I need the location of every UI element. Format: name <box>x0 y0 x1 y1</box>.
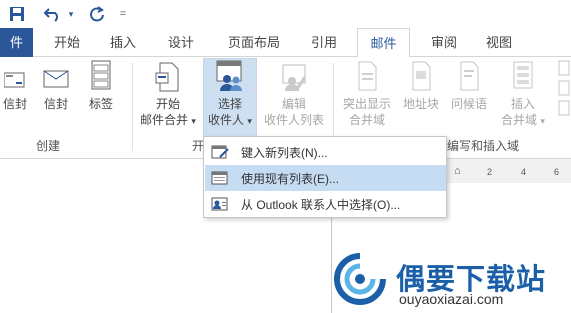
rules-button-partial[interactable] <box>554 59 571 122</box>
chevron-down-icon: ▾ <box>540 116 545 126</box>
tab-references[interactable]: 引用 <box>305 28 343 57</box>
insert-merge-field-button[interactable]: 插入 合并域 ▾ <box>494 59 552 129</box>
save-icon[interactable] <box>6 3 28 25</box>
tab-home[interactable]: 开始 <box>48 28 86 57</box>
indent-marker-icon[interactable]: ⌂ <box>454 165 461 177</box>
horizontal-ruler[interactable]: ⌂ 2 4 6 <box>440 159 571 183</box>
greeting-line-button[interactable]: 问候语 <box>446 59 492 112</box>
menu-item-type-new-list[interactable]: 键入新列表(N)... <box>205 139 446 165</box>
mail-merge-doc-icon <box>136 59 200 96</box>
watermark-url: ouyaoxiazai.com <box>399 291 504 307</box>
tab-design[interactable]: 设计 <box>162 28 200 57</box>
group-separator <box>132 63 133 151</box>
menu-item-outlook-contacts[interactable]: 从 Outlook 联系人中选择(O)... <box>205 191 446 217</box>
envelopes-button[interactable]: 信封 <box>0 59 30 112</box>
rules-icon <box>554 59 571 122</box>
highlight-fields-icon <box>338 59 396 96</box>
address-block-icon <box>398 59 444 96</box>
envelope-front-icon <box>38 59 74 96</box>
greeting-line-icon <box>446 59 492 96</box>
tab-mailings[interactable]: 邮件 <box>357 28 410 58</box>
start-mail-merge-button[interactable]: 开始 邮件合并 ▾ <box>136 59 200 129</box>
recipients-icon <box>204 59 256 96</box>
new-list-icon <box>205 144 235 160</box>
highlight-merge-fields-button[interactable]: 突出显示 合并域 <box>338 59 396 128</box>
outlook-contacts-icon <box>205 196 235 212</box>
tab-file[interactable]: 件 <box>0 28 33 57</box>
insert-field-icon <box>494 59 552 96</box>
chevron-down-icon: ▾ <box>191 116 196 126</box>
quick-access-toolbar: ▾ = <box>0 0 571 28</box>
address-block-button[interactable]: 地址块 <box>398 59 444 112</box>
watermark-logo <box>333 252 387 306</box>
ruler-tick-label: 6 <box>554 167 560 177</box>
select-recipients-menu: 键入新列表(N)... 使用现有列表(E)... 从 Outlook 联系人中选… <box>203 136 447 218</box>
group-label-create: 创建 <box>36 139 61 153</box>
tab-view[interactable]: 视图 <box>480 28 518 57</box>
chevron-down-icon: ▾ <box>247 116 252 126</box>
envelope-icon <box>0 59 30 96</box>
ruler-tick-label: 4 <box>521 167 527 177</box>
edit-list-icon <box>258 59 330 96</box>
labels-icon <box>84 59 118 96</box>
redo-icon[interactable] <box>86 3 108 25</box>
menu-item-use-existing-list[interactable]: 使用现有列表(E)... <box>205 165 446 191</box>
customize-qat-icon[interactable]: = <box>116 3 130 25</box>
ribbon-tabs: 件 开始 插入 设计 页面布局 引用 邮件 审阅 视图 <box>0 28 571 58</box>
undo-dropdown-icon[interactable]: ▾ <box>66 3 76 25</box>
edit-recipient-list-button[interactable]: 编辑 收件人列表 <box>258 59 330 128</box>
existing-list-icon <box>205 170 235 186</box>
envelope-button[interactable]: 信封 <box>38 59 74 112</box>
tab-insert[interactable]: 插入 <box>104 28 142 57</box>
labels-button[interactable]: 标签 <box>84 59 118 112</box>
tab-review[interactable]: 审阅 <box>425 28 463 57</box>
ruler-tick-label: 2 <box>487 167 493 177</box>
undo-icon[interactable] <box>40 3 66 25</box>
tab-page-layout[interactable]: 页面布局 <box>222 28 286 57</box>
select-recipients-button[interactable]: 选择 收件人 ▾ <box>203 58 257 137</box>
group-label-write-insert: 编写和插入域 <box>447 139 520 153</box>
